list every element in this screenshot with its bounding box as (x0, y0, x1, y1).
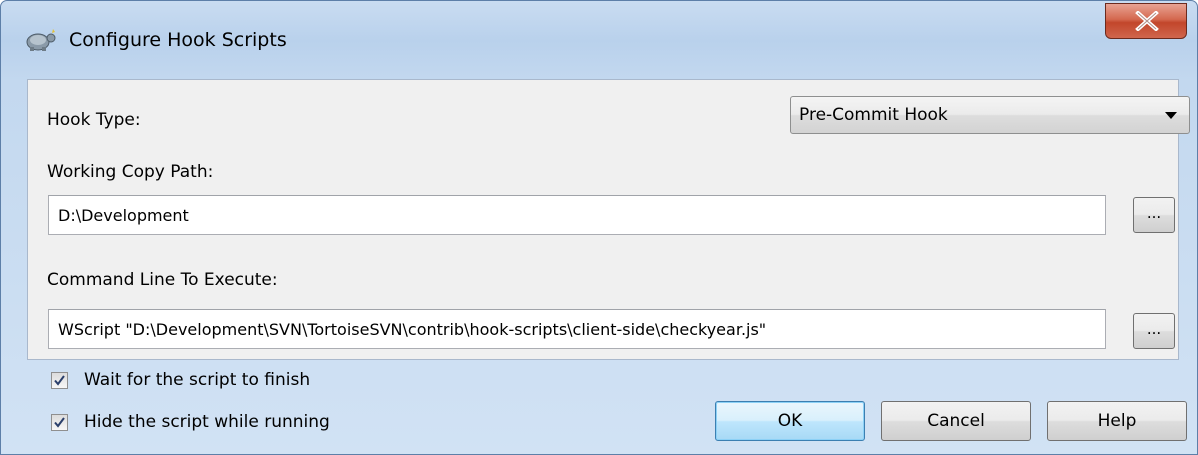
hook-type-dropdown[interactable]: Pre-Commit Hook (790, 96, 1190, 134)
working-copy-browse-button[interactable]: ... (1133, 197, 1175, 233)
ok-button[interactable]: OK (715, 401, 865, 441)
checkmark-icon (54, 417, 65, 428)
command-line-browse-button[interactable]: ... (1133, 313, 1175, 349)
hide-script-label[interactable]: Hide the script while running (84, 412, 330, 432)
working-copy-path-field[interactable] (48, 195, 1106, 235)
help-button[interactable]: Help (1047, 401, 1187, 441)
working-copy-path-input[interactable] (49, 196, 1105, 234)
command-line-field[interactable] (48, 309, 1106, 349)
command-line-input[interactable] (49, 310, 1105, 348)
checkmark-icon (54, 375, 65, 386)
cancel-button[interactable]: Cancel (881, 401, 1031, 441)
tortoise-app-icon (23, 27, 59, 53)
dialog-client-area: Hook Type: Pre-Commit Hook Working Copy … (27, 79, 1190, 360)
dropdown-arrow-icon (1165, 112, 1177, 119)
close-icon (1135, 11, 1159, 31)
wait-for-script-checkbox[interactable] (51, 372, 68, 389)
close-button[interactable] (1105, 3, 1187, 39)
configure-hook-scripts-dialog: Configure Hook Scripts Hook Type: Pre-Co… (0, 0, 1198, 455)
command-line-label: Command Line To Execute: (47, 270, 278, 290)
hook-type-label: Hook Type: (47, 110, 141, 130)
hide-script-checkbox[interactable] (51, 414, 68, 431)
wait-for-script-label[interactable]: Wait for the script to finish (84, 370, 310, 390)
title-bar[interactable]: Configure Hook Scripts (1, 1, 1197, 79)
hook-type-selected: Pre-Commit Hook (799, 105, 948, 125)
working-copy-path-label: Working Copy Path: (47, 162, 214, 182)
window-title: Configure Hook Scripts (69, 29, 287, 51)
